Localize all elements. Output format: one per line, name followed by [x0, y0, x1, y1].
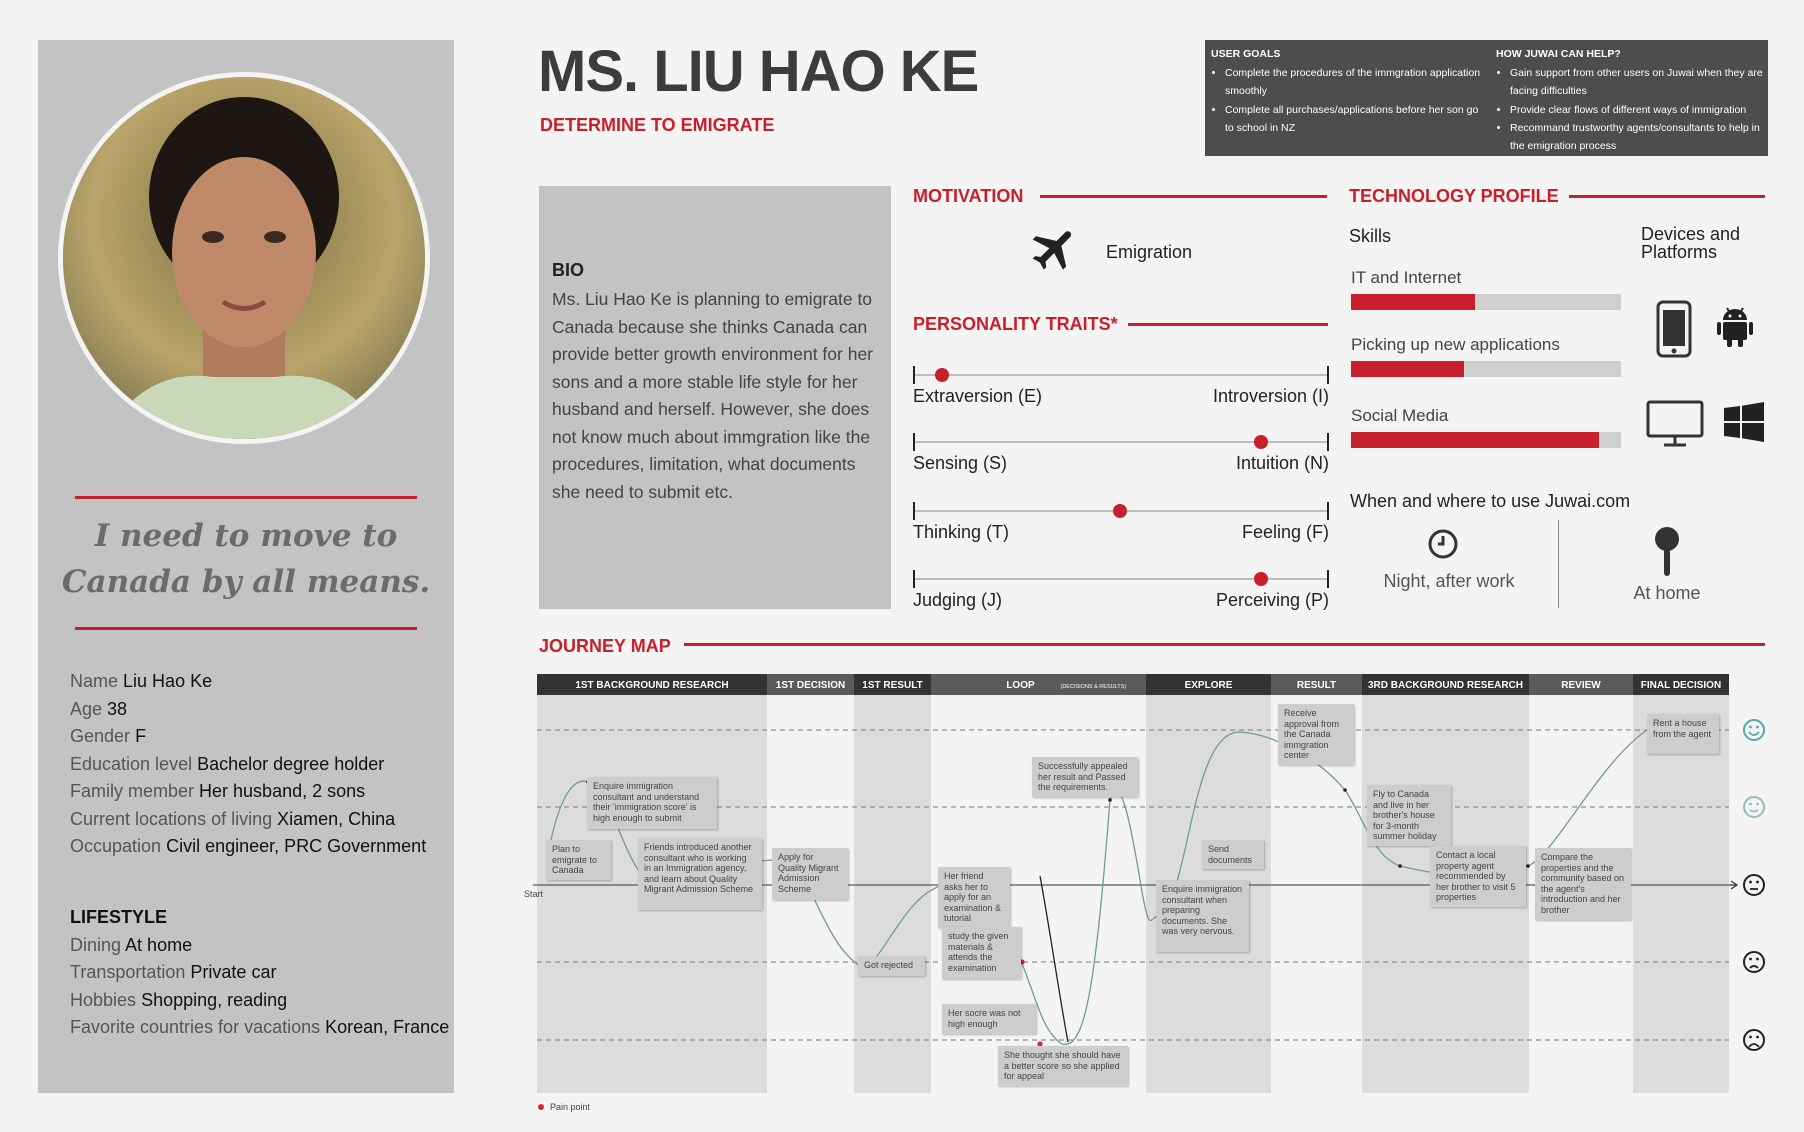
face-eye [1749, 802, 1752, 806]
journey-note: Got rejected [858, 956, 925, 976]
journey-note: Send documents [1202, 840, 1264, 870]
timeline-arrow [1729, 880, 1739, 890]
phase-label: 1ST BACKGROUND RESEARCH [575, 680, 728, 691]
phase-label: 1ST RESULT [862, 680, 922, 691]
pain-point-legend-dot [538, 1104, 544, 1110]
phase-sublabel: (DECISIONS & RESULTS) [1061, 684, 1127, 690]
journey-note: Receive approval from the Canada immgrat… [1278, 704, 1354, 765]
phase-column [1633, 695, 1729, 1093]
phase-column [854, 695, 931, 1093]
face-eye [1756, 957, 1759, 961]
face-eye [1749, 880, 1752, 884]
very-sad-face-icon [1743, 1029, 1765, 1051]
sad-face-icon [1743, 951, 1765, 973]
journey-note: Enquire immigration consultant when prep… [1156, 880, 1249, 952]
phase-label: EXPLORE [1185, 680, 1233, 691]
neutral-face-icon [1743, 874, 1765, 896]
journey-note: study the given materials & attends the … [942, 927, 1021, 979]
face-mouth [1748, 731, 1760, 736]
face-eye [1749, 725, 1752, 729]
face-eye [1749, 1035, 1752, 1039]
journey-note: Her socre was not high enough [942, 1004, 1036, 1034]
loop-curve [1039, 875, 1069, 1043]
face-eye [1756, 880, 1759, 884]
journey-note: Successfully appealed her result and Pas… [1032, 757, 1138, 797]
journey-note: Her friend asks her to apply for an exam… [938, 867, 1010, 928]
very-happy-face-icon [1743, 719, 1765, 741]
journey-step-dot [1108, 798, 1112, 802]
pain-point-legend-label: Pain point [550, 1102, 591, 1112]
face-eye [1749, 957, 1752, 961]
face-mouth [1749, 809, 1759, 813]
phase-label: 3RD BACKGROUND RESEARCH [1368, 680, 1523, 691]
journey-note: Compare the properties and the community… [1535, 848, 1631, 920]
journey-note: Rent a house from the agent [1647, 714, 1719, 754]
face-eye [1756, 802, 1759, 806]
phase-label: FINAL DECISION [1641, 680, 1721, 691]
journey-note: Apply for Quality Migrant Admission Sche… [772, 848, 848, 900]
happy-face-icon [1743, 796, 1765, 818]
journey-step-dot [1398, 864, 1402, 868]
phase-label: REVIEW [1561, 680, 1601, 691]
face-mouth [1749, 965, 1759, 969]
journey-note: Plan to emigrate to Canada [546, 840, 611, 880]
face-mouth [1748, 1043, 1760, 1048]
journey-step-dot [1343, 788, 1347, 792]
journey-note: Friends introduced another consultant wh… [638, 838, 762, 910]
face-eye [1756, 725, 1759, 729]
journey-step-dot [1526, 864, 1530, 868]
journey-note: Contact a local property agent recommend… [1430, 846, 1526, 907]
phase-label: 1ST DECISION [776, 680, 845, 691]
journey-note: Fly to Canada and live in her brother's … [1367, 785, 1451, 846]
journey-start-label: Start [524, 889, 544, 899]
face-eye [1756, 1035, 1759, 1039]
journey-note: She thought she should have a better sco… [998, 1046, 1128, 1086]
phase-label: RESULT [1297, 680, 1336, 691]
phase-label: LOOP [1006, 680, 1035, 691]
journey-note: Enquire immigration consultant and under… [587, 777, 717, 829]
